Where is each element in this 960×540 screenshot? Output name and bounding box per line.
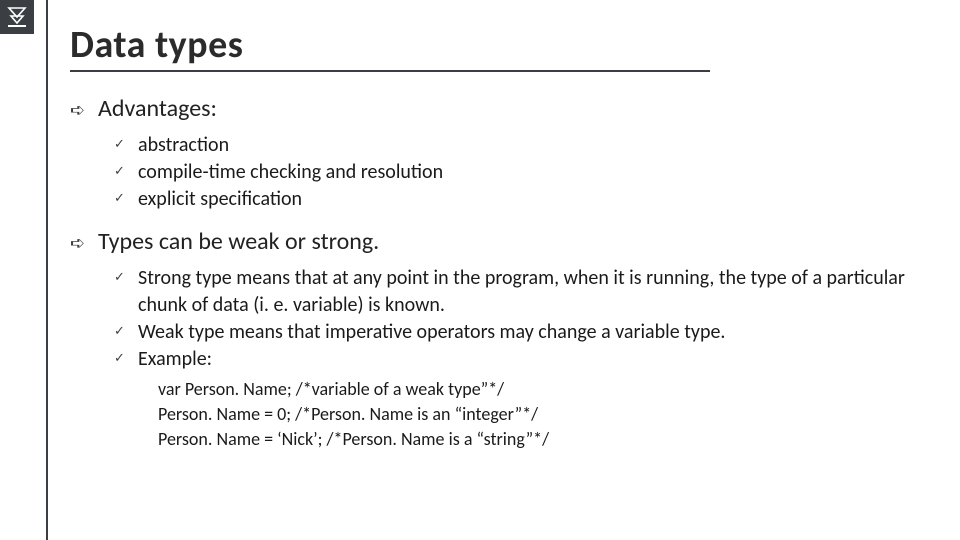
list-item: ✓ abstraction: [114, 132, 930, 159]
list-item-text: Strong type means that at any point in t…: [138, 265, 930, 319]
code-line: Person. Name = ‘Nick’; /*Person. Name is…: [158, 427, 930, 452]
advantages-list: ✓ abstraction ✓ compile-time checking an…: [114, 132, 930, 213]
list-item-text: Example:: [138, 346, 212, 373]
pointer-icon: ➪: [70, 94, 88, 126]
bullet-row: ➪ Advantages:: [70, 94, 930, 126]
check-icon: ✓: [114, 265, 128, 291]
triangle-logo-icon: [4, 4, 30, 30]
list-item: ✓ Weak type means that imperative operat…: [114, 319, 930, 346]
list-item: ✓ compile-time checking and resolution: [114, 159, 930, 186]
list-item-text: explicit specification: [138, 186, 302, 213]
code-example: var Person. Name; /*variable of a weak t…: [158, 377, 930, 453]
code-line: Person. Name = 0; /*Person. Name is an “…: [158, 402, 930, 427]
bullet-row: ➪ Types can be weak or strong.: [70, 227, 930, 259]
logo-badge: [0, 0, 34, 34]
check-icon: ✓: [114, 132, 128, 158]
pointer-icon: ➪: [70, 227, 88, 259]
list-item-text: compile-time checking and resolution: [138, 159, 443, 186]
section-advantages: ➪ Advantages: ✓ abstraction ✓ compile-ti…: [70, 94, 930, 213]
content-area: Data types ➪ Advantages: ✓ abstraction ✓…: [70, 22, 930, 453]
list-item-text: Weak type means that imperative operator…: [138, 319, 725, 346]
section-heading: Advantages:: [98, 94, 217, 123]
list-item-text: abstraction: [138, 132, 229, 159]
slide: Data types ➪ Advantages: ✓ abstraction ✓…: [0, 0, 960, 540]
list-item: ✓ Strong type means that at any point in…: [114, 265, 930, 319]
list-item: ✓ Example:: [114, 346, 930, 373]
types-list: ✓ Strong type means that at any point in…: [114, 265, 930, 373]
section-heading: Types can be weak or strong.: [98, 227, 379, 256]
check-icon: ✓: [114, 319, 128, 345]
code-line: var Person. Name; /*variable of a weak t…: [158, 377, 930, 402]
check-icon: ✓: [114, 346, 128, 372]
slide-title: Data types: [70, 22, 710, 72]
vertical-divider: [46, 0, 48, 540]
check-icon: ✓: [114, 159, 128, 185]
list-item: ✓ explicit specification: [114, 186, 930, 213]
check-icon: ✓: [114, 186, 128, 212]
section-types: ➪ Types can be weak or strong. ✓ Strong …: [70, 227, 930, 453]
